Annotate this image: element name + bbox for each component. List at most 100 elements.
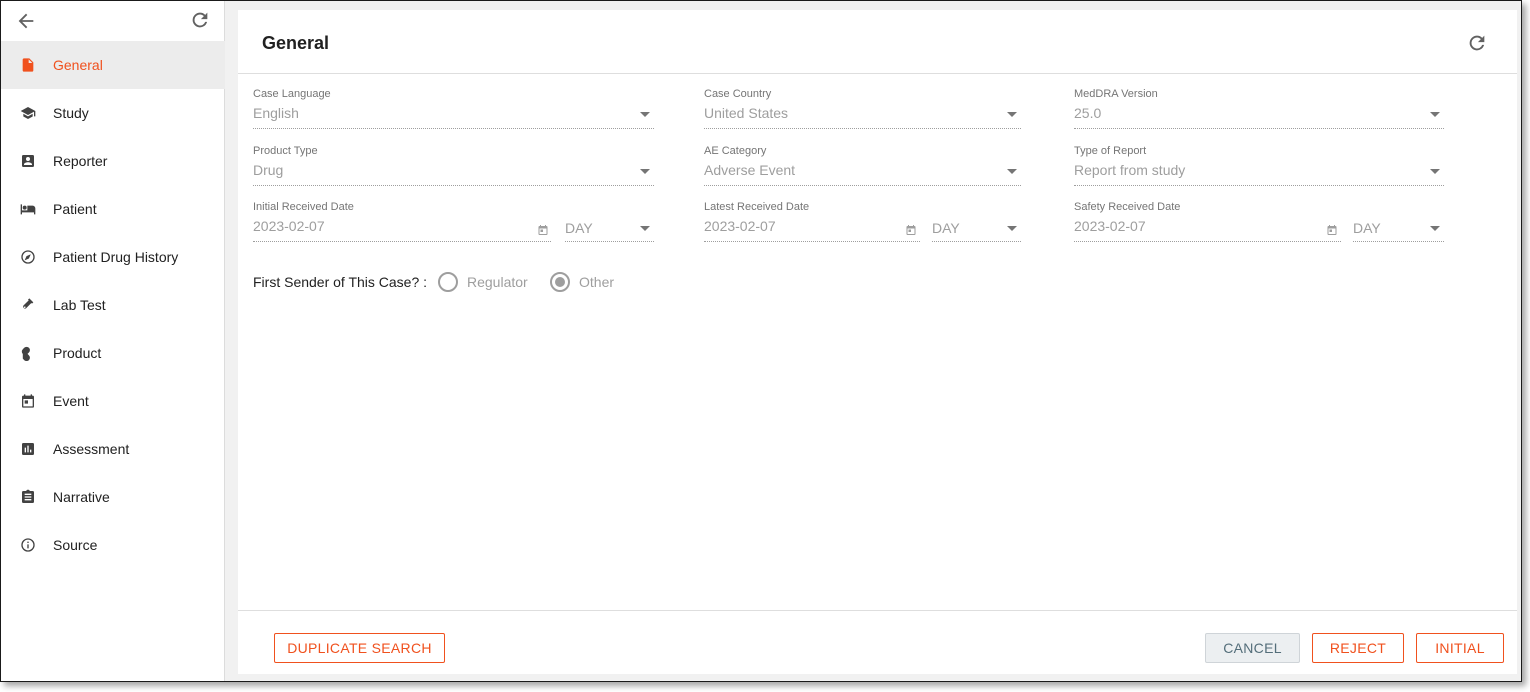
bar-chart-icon: [22, 443, 34, 455]
sidebar-item-label: Study: [53, 105, 89, 121]
chevron-down-icon: [640, 226, 650, 231]
initial-received-date-input[interactable]: 2023-02-07: [253, 215, 551, 242]
latest-date-precision-select[interactable]: DAY: [932, 215, 1021, 242]
sidebar-item-patient[interactable]: Patient: [1, 185, 225, 233]
sidebar-item-label: Narrative: [53, 489, 110, 505]
product-type-label: Product Type: [253, 145, 318, 157]
product-type-field[interactable]: Product Type Drug: [253, 145, 654, 187]
meddra-version-value: 25.0: [1074, 105, 1102, 121]
sidebar-item-assessment[interactable]: Assessment: [1, 425, 225, 473]
calendar-icon[interactable]: [1326, 224, 1338, 236]
type-of-report-field[interactable]: Type of Report Report from study: [1074, 145, 1444, 187]
product-type-select[interactable]: Drug: [253, 159, 654, 186]
radio-selected-dot: [555, 277, 565, 287]
chevron-down-icon: [640, 169, 650, 174]
main-panel: General Case Language English Case Count…: [238, 10, 1517, 674]
info-icon: [21, 538, 35, 552]
sidebar-item-label: Patient Drug History: [53, 249, 179, 265]
refresh-icon[interactable]: [189, 9, 211, 31]
latest-received-date-input[interactable]: 2023-02-07: [704, 215, 920, 242]
product-type-value: Drug: [253, 162, 284, 178]
safety-received-date-label: Safety Received Date: [1074, 201, 1181, 213]
first-sender-label: First Sender of This Case? :: [253, 274, 428, 290]
clipboard-icon: [22, 489, 34, 503]
sidebar-item-narrative[interactable]: Narrative: [1, 473, 225, 521]
sidebar-item-label: Assessment: [53, 441, 130, 457]
safety-date-precision-value: DAY: [1353, 220, 1381, 236]
graduation-cap-icon: [20, 107, 36, 119]
document-icon: [22, 58, 34, 72]
safety-received-date-value: 2023-02-07: [1074, 218, 1146, 234]
chevron-down-icon: [640, 112, 650, 117]
radio-regulator-label: Regulator: [467, 274, 528, 290]
ae-category-field[interactable]: AE Category Adverse Event: [704, 145, 1021, 187]
case-country-value: United States: [704, 105, 789, 121]
calendar-icon: [22, 394, 34, 408]
contact-card-icon: [22, 155, 34, 167]
type-of-report-label: Type of Report: [1074, 145, 1147, 157]
chevron-down-icon: [1007, 169, 1017, 174]
sidebar-item-event[interactable]: Event: [1, 377, 225, 425]
app-window: General Study Reporter Patient Patient D…: [0, 0, 1522, 682]
sidebar-item-product[interactable]: Product: [1, 329, 225, 377]
reject-button[interactable]: REJECT: [1312, 633, 1404, 663]
history-icon: [21, 250, 35, 264]
sidebar-item-study[interactable]: Study: [1, 89, 225, 137]
calendar-icon[interactable]: [905, 224, 917, 236]
latest-received-date-field: Latest Received Date 2023-02-07 DAY: [704, 201, 1021, 243]
safety-received-date-input[interactable]: 2023-02-07: [1074, 215, 1341, 242]
chevron-down-icon: [1430, 226, 1440, 231]
pill-icon: [21, 346, 30, 361]
type-of-report-select[interactable]: Report from study: [1074, 159, 1444, 186]
sidebar-item-label: Reporter: [53, 153, 108, 169]
latest-date-precision-value: DAY: [932, 220, 960, 236]
sidebar-item-source[interactable]: Source: [1, 521, 225, 569]
initial-date-precision-value: DAY: [565, 220, 593, 236]
patient-bed-icon: [20, 204, 36, 215]
radio-other-label: Other: [579, 274, 615, 290]
initial-date-precision-select[interactable]: DAY: [565, 215, 654, 242]
meddra-version-field[interactable]: MedDRA Version 25.0: [1074, 88, 1444, 130]
sidebar-item-label: Source: [53, 537, 98, 553]
sidebar-item-label: General: [53, 57, 103, 73]
case-language-label: Case Language: [253, 88, 331, 100]
initial-received-date-value: 2023-02-07: [253, 218, 325, 234]
sidebar-nav: General Study Reporter Patient Patient D…: [1, 41, 225, 569]
chevron-down-icon: [1430, 169, 1440, 174]
back-arrow-icon[interactable]: [15, 10, 37, 32]
ae-category-select[interactable]: Adverse Event: [704, 159, 1021, 186]
sidebar-item-general[interactable]: General: [1, 41, 225, 89]
sidebar-item-reporter[interactable]: Reporter: [1, 137, 225, 185]
sidebar-item-label: Event: [53, 393, 89, 409]
case-language-field[interactable]: Case Language English: [253, 88, 654, 130]
calendar-icon[interactable]: [537, 224, 549, 236]
sidebar-item-label: Lab Test: [53, 297, 106, 313]
radio-other[interactable]: Other: [550, 271, 630, 295]
chevron-down-icon: [1430, 112, 1440, 117]
refresh-icon[interactable]: [1466, 32, 1488, 54]
meddra-version-select[interactable]: 25.0: [1074, 102, 1444, 129]
sidebar: General Study Reporter Patient Patient D…: [1, 1, 225, 681]
ae-category-label: AE Category: [704, 145, 767, 157]
sidebar-item-patient-drug-history[interactable]: Patient Drug History: [1, 233, 225, 281]
meddra-version-label: MedDRA Version: [1074, 88, 1158, 100]
cancel-button[interactable]: CANCEL: [1205, 633, 1300, 663]
initial-received-date-label: Initial Received Date: [253, 201, 354, 213]
case-language-value: English: [253, 105, 299, 121]
action-footer: DUPLICATE SEARCH CANCEL REJECT INITIAL: [238, 610, 1517, 674]
panel-header: General: [238, 10, 1517, 74]
page-title: General: [262, 33, 330, 53]
case-country-label: Case Country: [704, 88, 772, 100]
radio-regulator[interactable]: Regulator: [438, 271, 538, 295]
case-country-field[interactable]: Case Country United States: [704, 88, 1021, 130]
initial-button[interactable]: INITIAL: [1416, 633, 1504, 663]
safety-date-precision-select[interactable]: DAY: [1353, 215, 1444, 242]
case-country-select[interactable]: United States: [704, 102, 1021, 129]
type-of-report-value: Report from study: [1074, 162, 1186, 178]
sidebar-item-lab-test[interactable]: Lab Test: [1, 281, 225, 329]
duplicate-search-button[interactable]: DUPLICATE SEARCH: [274, 633, 445, 663]
sidebar-item-label: Patient: [53, 201, 97, 217]
ae-category-value: Adverse Event: [704, 162, 796, 178]
case-language-select[interactable]: English: [253, 102, 654, 129]
chevron-down-icon: [1007, 112, 1017, 117]
